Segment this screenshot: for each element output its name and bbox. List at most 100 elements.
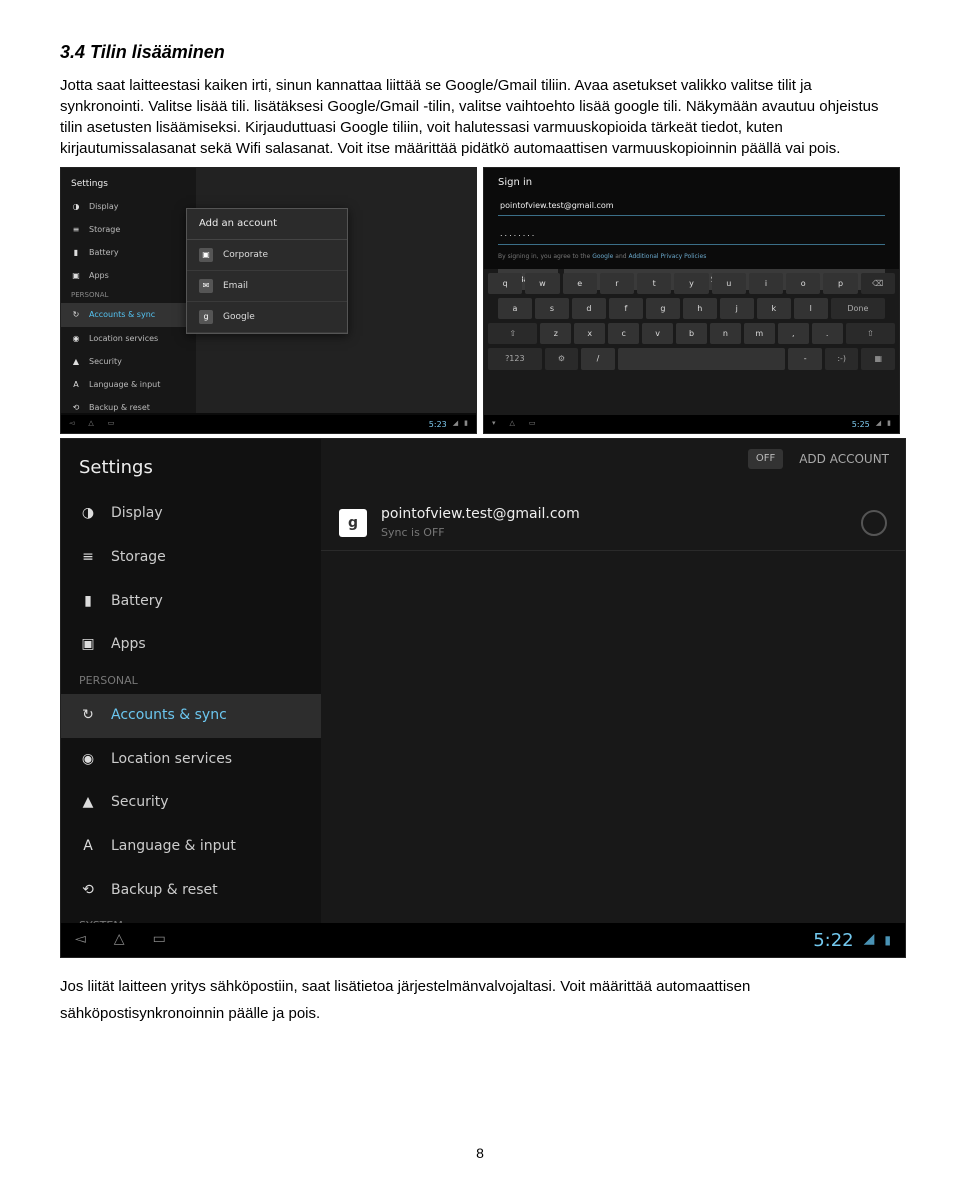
battery-status-icon: ▮ [464,419,468,429]
key-y[interactable]: y [674,273,708,294]
key-slash[interactable]: / [581,348,615,369]
key-shift-right[interactable]: ⇧ [846,323,895,344]
key-e[interactable]: e [563,273,597,294]
key-dash[interactable]: - [788,348,822,369]
key-o[interactable]: o [786,273,820,294]
key-h[interactable]: h [683,298,717,319]
key-done[interactable]: Done [831,298,885,319]
sidebar-item-label: Backup & reset [89,402,150,413]
account-email: pointofview.test@gmail.com [381,505,847,525]
key-f[interactable]: f [609,298,643,319]
popup-item-corporate[interactable]: ▣Corporate [187,240,347,271]
key-l[interactable]: l [794,298,828,319]
key-p[interactable]: p [823,273,857,294]
screenshot-settings-large: Settings ◑Display ≡Storage ▮Battery ▣App… [60,438,906,958]
key-t[interactable]: t [637,273,671,294]
recent-icon[interactable]: ▭ [529,419,536,429]
sidebar-item-label: Location services [111,750,232,770]
home-icon[interactable]: △ [114,930,125,950]
sidebar-item-battery[interactable]: ▮ Battery [61,241,196,264]
sidebar-item-apps[interactable]: ▣Apps [61,623,321,667]
account-sync-status: Sync is OFF [381,525,847,540]
key-v[interactable]: v [642,323,673,344]
sidebar-item-language[interactable]: ALanguage & input [61,373,196,396]
recent-icon[interactable]: ▭ [108,419,115,429]
sidebar-item-battery[interactable]: ▮Battery [61,580,321,624]
back-icon[interactable]: ◅ [75,930,86,950]
key-z[interactable]: z [540,323,571,344]
privacy-policy-link[interactable]: Additional Privacy Policies [628,253,706,260]
account-row[interactable]: g pointofview.test@gmail.com Sync is OFF [321,495,905,551]
system-navbar: ◅ △ ▭ 5:22 ◢ ▮ [61,923,905,957]
popup-item-google[interactable]: gGoogle [187,302,347,333]
wifi-icon: ◢ [876,419,881,429]
key-n[interactable]: n [710,323,741,344]
key-w[interactable]: w [525,273,559,294]
key-symbols[interactable]: ?123 [488,348,542,369]
home-icon[interactable]: △ [88,419,93,429]
key-backspace[interactable]: ⌫ [861,273,895,294]
popup-title: Add an account [187,209,347,240]
key-i[interactable]: i [749,273,783,294]
key-u[interactable]: u [712,273,746,294]
battery-icon: ▮ [71,247,81,258]
sidebar-item-label: Battery [89,247,119,258]
sidebar-item-storage[interactable]: ≡Storage [61,218,196,241]
key-r[interactable]: r [600,273,634,294]
sidebar-item-label: Security [89,356,122,367]
key-keyboard-toggle[interactable]: ▦ [861,348,895,369]
back-icon[interactable]: ▾ [492,419,496,429]
key-settings[interactable]: ⚙ [545,348,579,369]
sidebar-item-backup[interactable]: ⟲Backup & reset [61,869,321,913]
popup-item-email[interactable]: ✉Email [187,271,347,302]
sync-toggle[interactable]: OFF [748,449,783,469]
key-c[interactable]: c [608,323,639,344]
key-q[interactable]: q [488,273,522,294]
key-s[interactable]: s [535,298,569,319]
key-space[interactable] [618,348,786,369]
sidebar-item-apps[interactable]: ▣ Apps [61,264,196,287]
sidebar-item-location[interactable]: ◉ Location services [61,738,321,782]
back-icon[interactable]: ◅ [69,419,74,429]
clock: 5:22 [813,928,853,953]
storage-icon: ≡ [79,548,97,568]
location-icon: ◉ [79,750,97,770]
sidebar-item-display[interactable]: ◑Display [61,195,196,218]
security-icon: ▲ [71,356,81,367]
paragraph-1: Jotta saat laitteestasi kaiken irti, sin… [60,75,900,159]
sidebar-item-display[interactable]: ◑Display [61,492,321,536]
google-policy-link[interactable]: Google [592,253,613,260]
sidebar-item-label: Apps [89,270,109,281]
key-g[interactable]: g [646,298,680,319]
sync-icon: ↻ [71,309,81,320]
key-d[interactable]: d [572,298,606,319]
key-x[interactable]: x [574,323,605,344]
backup-icon: ⟲ [71,402,81,413]
email-field[interactable]: pointofview.test@gmail.com [498,196,885,216]
key-m[interactable]: m [744,323,775,344]
add-account-button[interactable]: ADD ACCOUNT [799,451,889,468]
sidebar-item-security[interactable]: ▲Security [61,781,321,825]
sidebar-item-accounts-sync[interactable]: ↻Accounts & sync [61,694,321,738]
section-heading: 3.4 Tilin lisääminen [60,40,900,65]
sidebar-item-language[interactable]: ALanguage & input [61,825,321,869]
sidebar-item-label: Apps [111,635,146,655]
sidebar-item-accounts-sync[interactable]: ↻Accounts & sync [61,303,196,326]
sidebar-item-security[interactable]: ▲ Security [61,350,196,373]
key-period[interactable]: . [812,323,843,344]
key-b[interactable]: b [676,323,707,344]
home-icon[interactable]: △ [510,419,515,429]
section-head-personal: PERSONAL [61,667,321,694]
sidebar-item-location[interactable]: ◉Location services [61,327,196,350]
password-field[interactable]: ........ [498,224,885,244]
key-k[interactable]: k [757,298,791,319]
key-shift-left[interactable]: ⇧ [488,323,537,344]
recent-icon[interactable]: ▭ [153,930,166,950]
key-a[interactable]: a [498,298,532,319]
sidebar-item-storage[interactable]: ≡Storage [61,536,321,580]
key-j[interactable]: j [720,298,754,319]
apps-icon: ▣ [71,270,81,281]
key-emoji[interactable]: :-) [825,348,859,369]
key-comma[interactable]: , [778,323,809,344]
sidebar-item-label: Language & input [89,379,160,390]
